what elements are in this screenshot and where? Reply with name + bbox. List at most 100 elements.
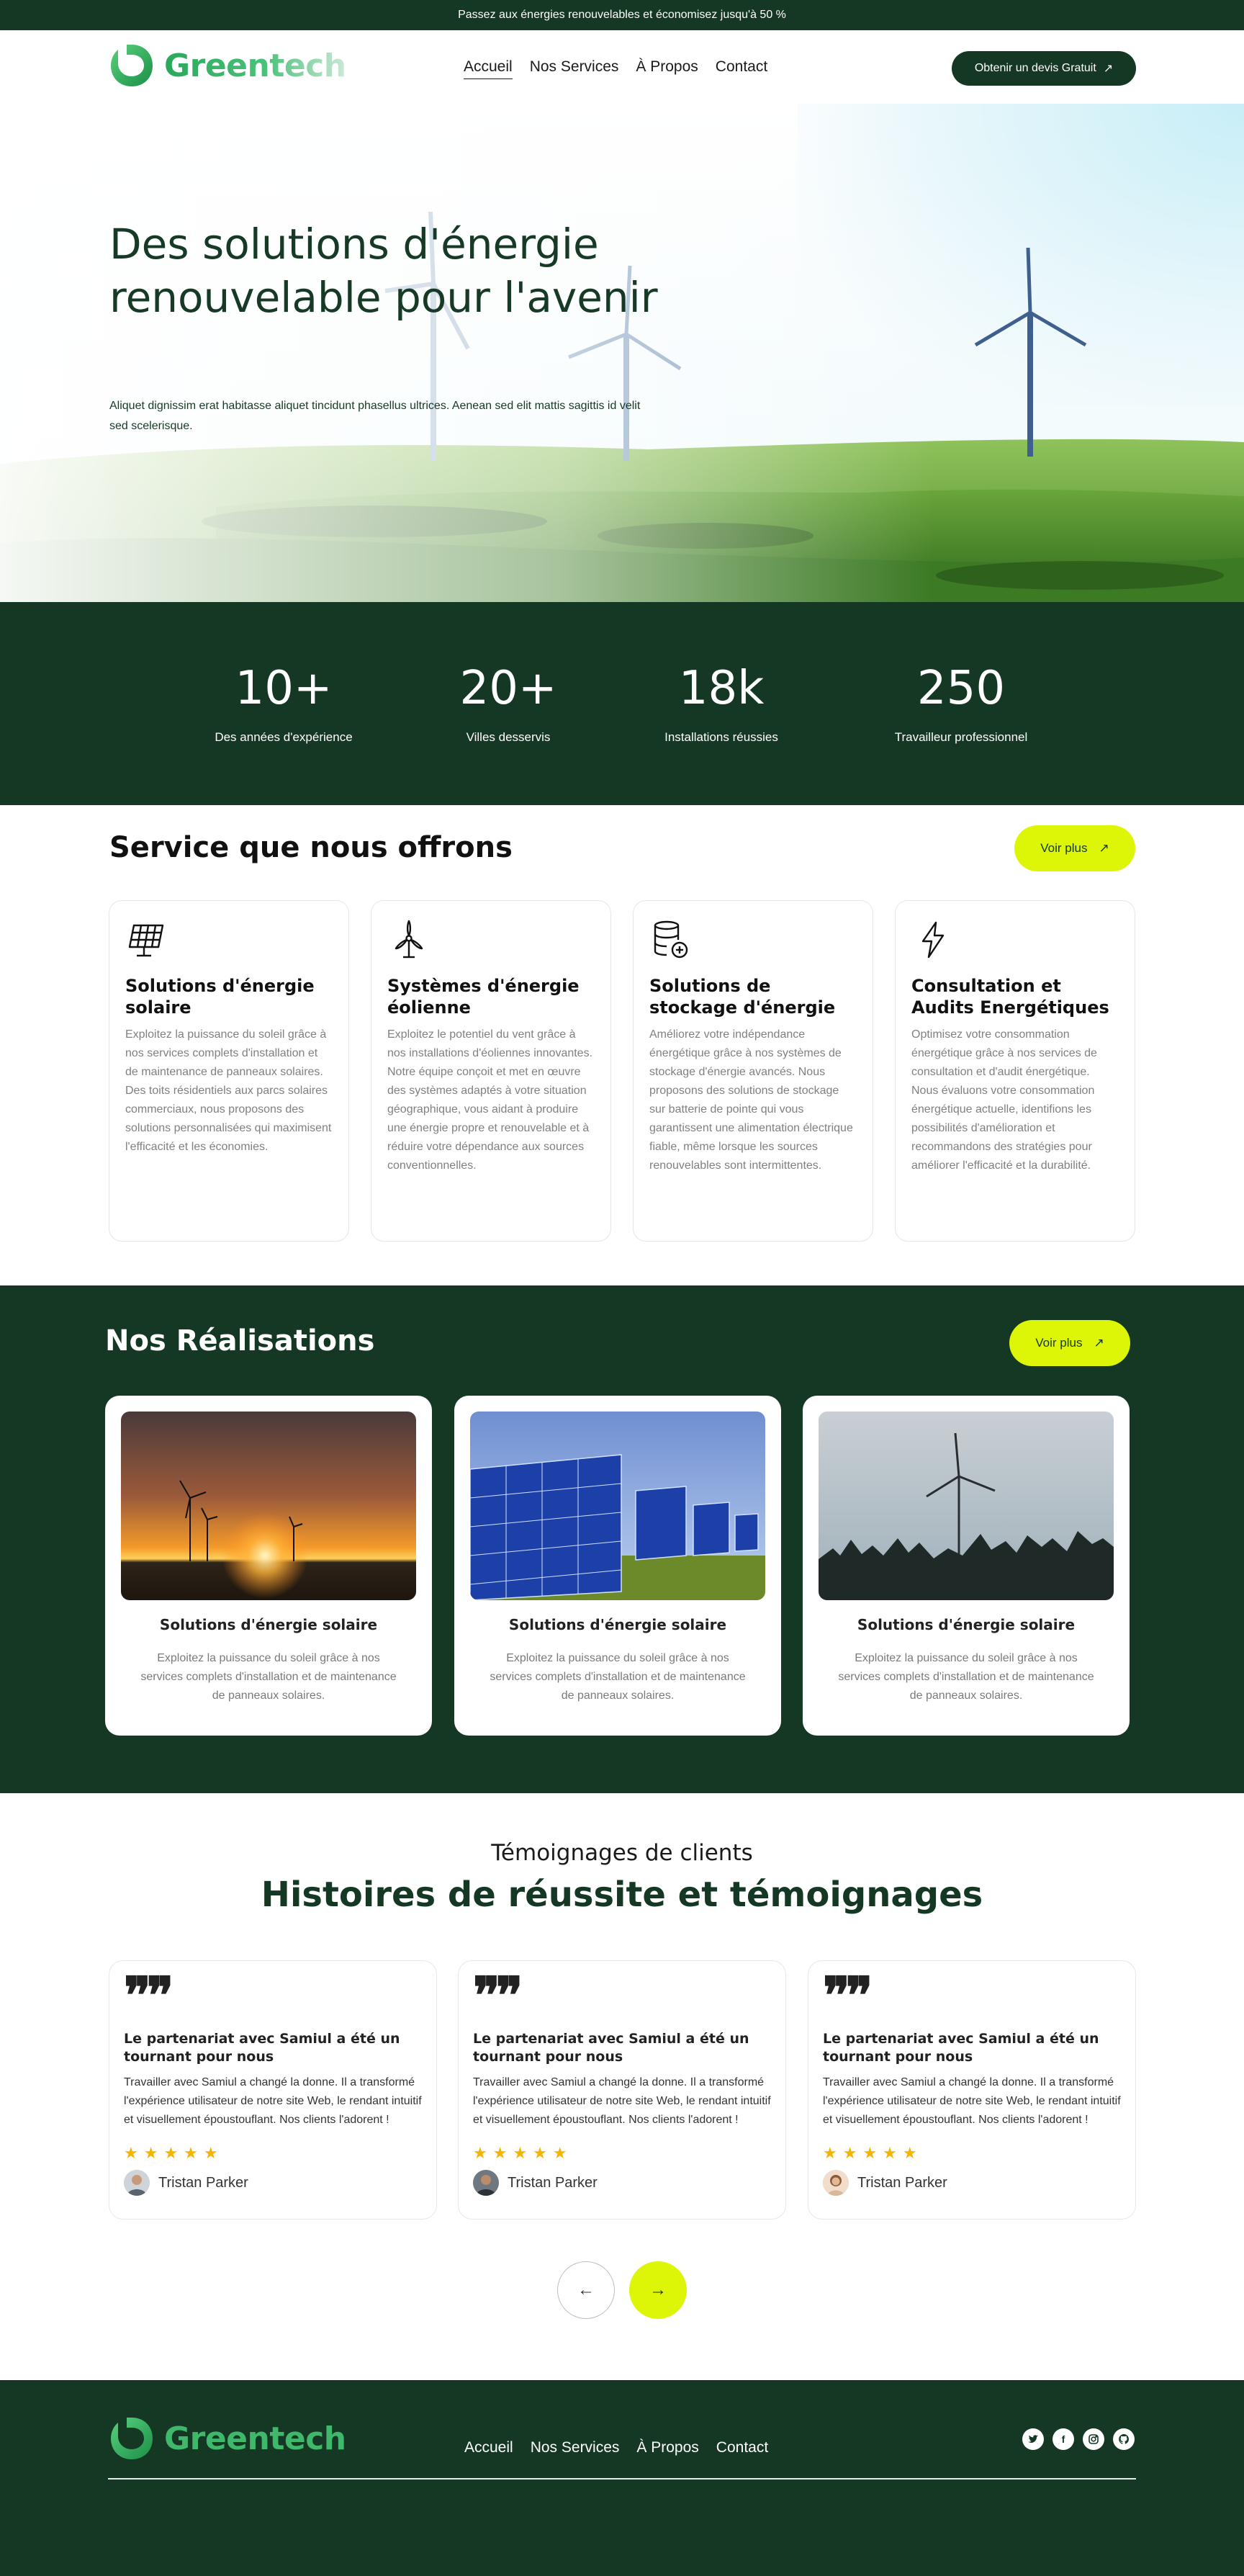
quote-icon: ❞❞: [473, 1965, 523, 2025]
service-title: Solutions d'énergie solaire: [125, 976, 315, 1018]
lightning-icon: [921, 921, 945, 959]
realisations-title: Nos Réalisations: [105, 1324, 375, 1357]
quote-button-label: Obtenir un devis Gratuit: [974, 62, 1096, 74]
arrow-up-right-icon: ↗: [1094, 1336, 1104, 1350]
service-card-wind[interactable]: Systèmes d'énergie éolienne Exploitez le…: [371, 900, 611, 1242]
stat-cities: 20+ Villes desservis: [436, 661, 580, 745]
sunset-wind-farm-photo: [121, 1412, 416, 1600]
battery-storage-icon: [654, 920, 688, 959]
testimonial-body: Travailler avec Samiul a changé la donne…: [473, 2076, 771, 2126]
main-nav: Accueil Nos Services À Propos Contact: [464, 30, 767, 104]
avatar: [473, 2170, 499, 2196]
github-icon[interactable]: [1113, 2428, 1135, 2450]
realisation-text: Exploitez la puissance du soleil grâce à…: [490, 1652, 746, 1702]
stats-band: 10+ Des années d'expérience 20+ Villes d…: [0, 602, 1244, 805]
hero-section: Des solutions d'énergie renouvelable pou…: [0, 104, 1244, 602]
footer-divider: [108, 2478, 1136, 2479]
twitter-icon[interactable]: [1022, 2428, 1044, 2450]
realisation-card[interactable]: Solutions d'énergie solaire Exploitez la…: [454, 1396, 781, 1736]
author-name: Tristan Parker: [857, 2174, 947, 2191]
rating-stars: ★★★★★: [473, 2144, 573, 2162]
author-name: Tristan Parker: [158, 2174, 248, 2191]
testimonial-card: ❞❞ Le partenariat avec Samiul a été un t…: [109, 1960, 437, 2220]
footer-nav-a-propos[interactable]: À Propos: [636, 2439, 698, 2456]
footer-nav: Accueil Nos Services À Propos Contact: [464, 2439, 768, 2456]
realisation-title: Solutions d'énergie solaire: [857, 1616, 1076, 1633]
realisation-text: Exploitez la puissance du soleil grâce à…: [838, 1652, 1094, 1702]
quote-icon: ❞❞: [823, 1965, 873, 2025]
realisation-title: Solutions d'énergie solaire: [159, 1616, 378, 1633]
service-card-solar[interactable]: Solutions d'énergie solaire Exploitez la…: [109, 900, 349, 1242]
footer-logo[interactable]: Greentech: [108, 2415, 346, 2462]
arrow-left-icon: ←: [577, 2280, 595, 2299]
realisation-text: Exploitez la puissance du soleil grâce à…: [140, 1652, 397, 1702]
wind-turbine-forest-photo: [819, 1412, 1114, 1600]
realisation-card[interactable]: Solutions d'énergie solaire Exploitez la…: [803, 1396, 1130, 1736]
services-title: Service que nous offrons: [109, 831, 513, 864]
service-text: Optimisez votre consommation énergétique…: [911, 1028, 1097, 1172]
nav-a-propos[interactable]: À Propos: [636, 55, 698, 78]
service-card-consulting[interactable]: Consultation et Audits Energétiques Opti…: [895, 900, 1135, 1242]
service-text: Exploitez le potentiel du vent grâce à n…: [387, 1028, 593, 1172]
testimonial-heading: Le partenariat avec Samiul a été un tour…: [473, 2031, 749, 2065]
realisation-card[interactable]: Solutions d'énergie solaire Exploitez la…: [105, 1396, 432, 1736]
quote-button[interactable]: Obtenir un devis Gratuit ↗: [952, 51, 1136, 86]
testimonial-body: Travailler avec Samiul a changé la donne…: [823, 2076, 1121, 2126]
testimonial-card: ❞❞ Le partenariat avec Samiul a été un t…: [808, 1960, 1136, 2220]
logo[interactable]: Greentech: [108, 42, 346, 89]
service-text: Améliorez votre indépendance énergétique…: [649, 1028, 853, 1172]
testimonials-title: Histoires de réussite et témoignages: [261, 1875, 983, 1915]
testimonial-author: Tristan Parker: [124, 2170, 422, 2196]
site-header: Greentech Accueil Nos Services À Propos …: [0, 30, 1244, 104]
site-footer: Greentech Accueil Nos Services À Propos …: [0, 2380, 1244, 2576]
stat-label: Des années d'expérience: [215, 730, 353, 744]
stat-label: Villes desservis: [466, 730, 551, 744]
arrow-up-right-icon: ↗: [1099, 841, 1109, 855]
nav-services[interactable]: Nos Services: [530, 55, 619, 78]
instagram-icon[interactable]: [1083, 2428, 1104, 2450]
promo-text: Passez aux énergies renouvelables et éco…: [458, 9, 786, 21]
rating-stars: ★★★★★: [823, 2144, 923, 2162]
stat-value: 20+: [459, 662, 557, 715]
realisations-section: Nos Réalisations Voir plus ↗ Solutions d…: [0, 1285, 1244, 1793]
hero-subtitle: Aliquet dignissim erat habitasse aliquet…: [109, 400, 641, 432]
facebook-icon[interactable]: f: [1053, 2428, 1074, 2450]
testimonial-body: Travailler avec Samiul a changé la donne…: [124, 2076, 422, 2126]
leaf-logo-icon: [111, 45, 153, 86]
footer-nav-services[interactable]: Nos Services: [531, 2439, 620, 2456]
arrow-right-icon: →: [649, 2280, 667, 2299]
wind-turbine-icon: [395, 920, 423, 959]
rating-stars: ★★★★★: [124, 2144, 224, 2162]
realisations-more-button[interactable]: Voir plus ↗: [1009, 1320, 1130, 1366]
realisation-title: Solutions d'énergie solaire: [508, 1616, 727, 1633]
social-links: f: [1022, 2428, 1135, 2450]
stat-value: 10+: [235, 662, 333, 715]
nav-contact[interactable]: Contact: [716, 55, 767, 78]
service-card-storage[interactable]: Solutions de stockage d'énergie Améliore…: [633, 900, 873, 1242]
prev-button[interactable]: ←: [557, 2261, 615, 2319]
next-button[interactable]: →: [629, 2261, 687, 2319]
arrow-up-right-icon: ↗: [1103, 63, 1114, 75]
nav-accueil[interactable]: Accueil: [464, 55, 513, 79]
footer-nav-contact[interactable]: Contact: [716, 2439, 768, 2456]
stat-label: Travailleur professionnel: [894, 730, 1028, 744]
hero-landscape-image: [0, 104, 1244, 602]
solar-panels-photo: [470, 1412, 765, 1600]
testimonial-author: Tristan Parker: [473, 2170, 771, 2196]
service-title: Solutions de stockage d'énergie: [649, 976, 836, 1018]
testimonial-heading: Le partenariat avec Samiul a été un tour…: [823, 2031, 1099, 2065]
services-more-button[interactable]: Voir plus ↗: [1014, 825, 1135, 871]
stat-value: 250: [916, 662, 1006, 715]
avatar: [823, 2170, 849, 2196]
hero-title: Des solutions d'énergie renouvelable pou…: [109, 220, 658, 322]
stat-installations: 18k Installations réussies: [642, 661, 801, 745]
leaf-logo-icon: [111, 2418, 153, 2459]
testimonial-card: ❞❞ Le partenariat avec Samiul a été un t…: [458, 1960, 786, 2220]
stat-value: 18k: [678, 662, 765, 715]
footer-nav-accueil[interactable]: Accueil: [464, 2439, 513, 2456]
realisations-more-label: Voir plus: [1035, 1336, 1083, 1350]
stat-experience: 10+ Des années d'expérience: [204, 661, 363, 745]
footer-brand-name: Greentech: [164, 2420, 346, 2457]
promo-bar: Passez aux énergies renouvelables et éco…: [0, 0, 1244, 30]
testimonials-kicker: Témoignages de clients: [491, 1840, 753, 1866]
